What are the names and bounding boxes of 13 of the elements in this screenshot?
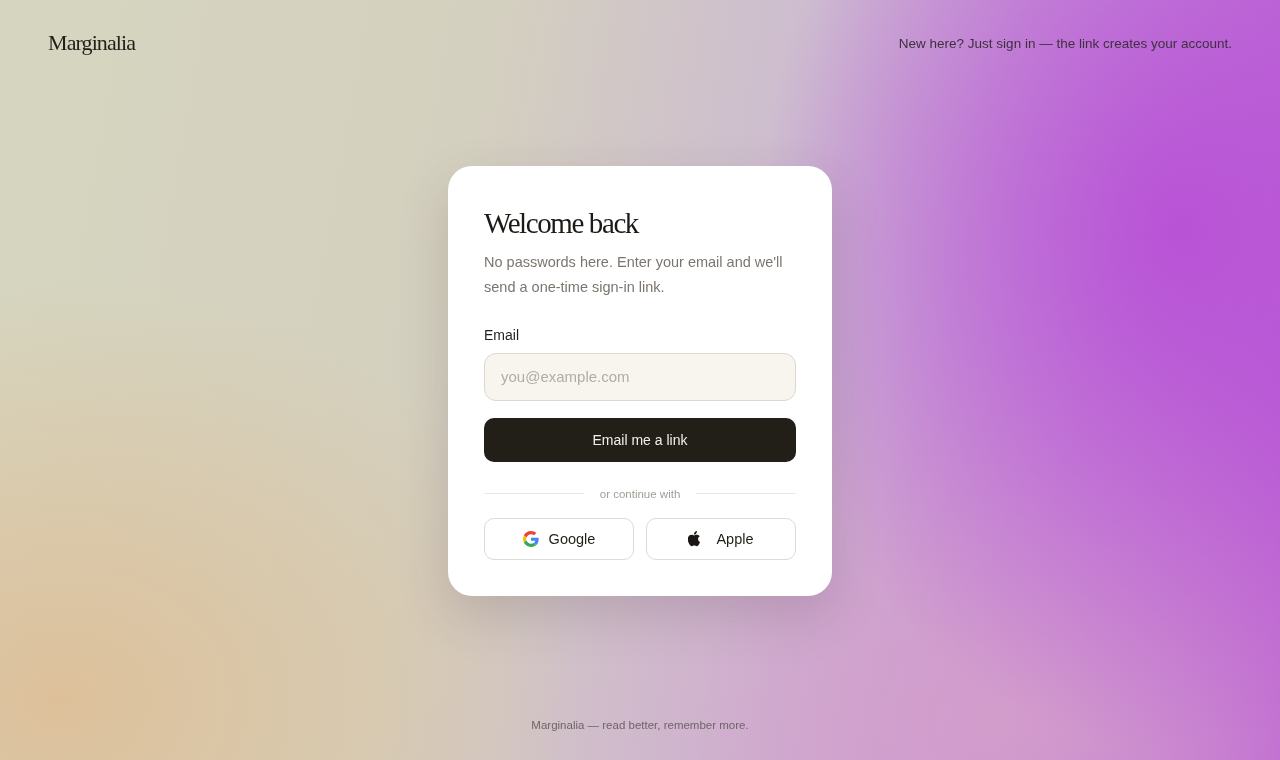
logo-wordmark: Marginalia — [48, 30, 136, 56]
google-g-icon — [522, 530, 539, 547]
card-description: No passwords here. Enter your email and we'll send a one-time sign-in link. — [484, 252, 784, 297]
card-title: Welcome back — [484, 205, 640, 240]
apple-sign-in-button[interactable]: Apple — [646, 517, 796, 560]
apple-logo-icon — [688, 530, 701, 547]
footer-tagline: Marginalia — read better, remember more. — [531, 719, 749, 731]
email-link-button[interactable]: Email me a link — [484, 417, 796, 462]
email-label: Email — [484, 326, 520, 343]
signup-note: New here? Just sign in — the link creates your account. — [898, 35, 1232, 51]
divider-text: or continue with — [599, 487, 681, 500]
google-sign-in-button[interactable]: Google — [484, 517, 634, 560]
email-field[interactable]: you@example.com — [484, 352, 796, 401]
